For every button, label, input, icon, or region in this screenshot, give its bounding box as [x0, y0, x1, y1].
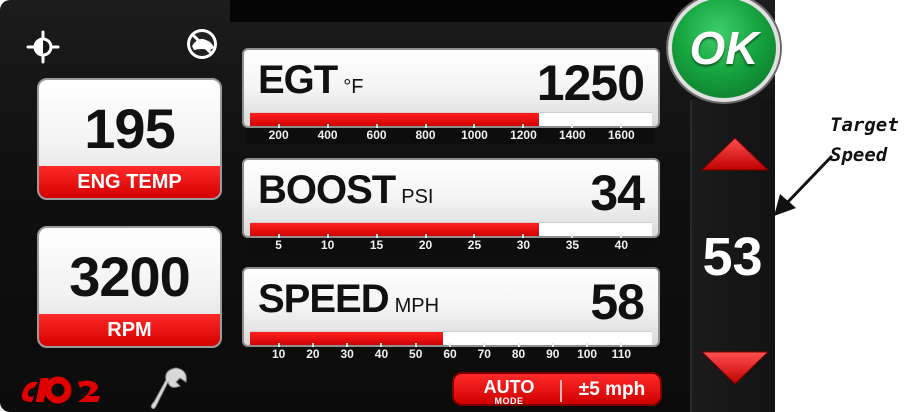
iq2-logo-icon	[18, 372, 128, 406]
boost-tick-label: 5	[275, 238, 282, 252]
speed-tick-label: 40	[374, 347, 389, 361]
speed-tick-label: 60	[443, 347, 457, 361]
boost-tick-label: 10	[320, 238, 335, 252]
egt-tick-label: 1200	[510, 128, 537, 142]
speed-tick-label: 90	[546, 347, 560, 361]
egt-tick-label: 400	[317, 128, 338, 142]
speed-up-button[interactable]	[700, 136, 770, 172]
boost-tick-label: 15	[369, 238, 384, 252]
egt-gauge-card: EGT °F 1250	[242, 48, 660, 128]
egt-tick-label: 1400	[559, 128, 586, 142]
speed-tick-label: 110	[611, 347, 632, 361]
boost-tick-label: 35	[565, 238, 580, 252]
target-speed-annotation: Target Speed	[830, 110, 920, 170]
target-speed-value: 53	[702, 227, 763, 287]
egt-tick-scale: 200 400 600 800 1000 1200 1400 1600	[246, 124, 654, 144]
speed-tick-scale: 10 20 30 40 50 60 70 80 90 100 110	[246, 343, 654, 363]
eng-temp-tile[interactable]: 195 ENG TEMP	[37, 78, 222, 200]
boost-value: 34	[590, 165, 645, 221]
triangle-up-icon	[700, 137, 770, 171]
egt-tick-label: 600	[366, 128, 387, 142]
boost-unit: PSI	[401, 186, 434, 208]
boost-bar-fill	[250, 223, 540, 236]
egt-gauge-name: EGT °F	[258, 58, 364, 102]
dash-screen: 195 ENG TEMP 3200 RPM EGT °F 1250 200 400 6…	[0, 0, 775, 412]
eng-temp-value: 195	[84, 97, 175, 160]
egt-gauge[interactable]: EGT °F 1250 200 400 600 800 1000 1200 1400 1600	[240, 48, 660, 146]
mode-divider	[560, 380, 562, 402]
speed-tick-label: 20	[306, 347, 320, 361]
mode-auto-label: AUTO	[483, 377, 535, 397]
rpm-tile[interactable]: 3200 RPM	[37, 226, 222, 348]
annotation-line-2: Speed	[830, 144, 888, 166]
top-bezel	[230, 0, 700, 22]
speed-unit: MPH	[394, 295, 440, 317]
egt-bar-track	[250, 112, 652, 126]
mode-tolerance-label: ±5 mph	[578, 379, 646, 400]
boost-bar-track	[250, 222, 652, 236]
rpm-value: 3200	[69, 245, 191, 308]
speed-tick-label: 50	[409, 347, 423, 361]
wrench-icon[interactable]	[150, 366, 190, 412]
mode-sublabel: MODE	[494, 396, 524, 406]
mode-selector[interactable]: AUTO MODE ±5 mph	[452, 372, 662, 406]
egt-tick-label: 800	[415, 128, 436, 142]
egt-unit: °F	[343, 76, 364, 98]
speed-value: 58	[590, 274, 645, 330]
boost-tick-label: 25	[467, 238, 482, 252]
speed-tick-label: 10	[271, 347, 286, 361]
speed-tick-label: 70	[477, 347, 491, 361]
speed-tick-label: 80	[511, 347, 526, 361]
speed-gauge[interactable]: SPEED MPH 58 10 20 30 40 50 60 70 80 90 100 110	[240, 267, 660, 365]
boost-gauge[interactable]: BOOST PSI 34 5 10 15 20 25 30 35 40	[240, 158, 660, 256]
egt-value: 1250	[536, 55, 645, 111]
speed-bar-track	[250, 331, 652, 345]
triangle-down-icon	[700, 351, 770, 385]
ok-label: OK	[689, 22, 759, 74]
egt-tick-label: 1600	[608, 128, 635, 142]
boost-gauge-name: BOOST PSI	[258, 168, 434, 212]
egt-tick-label: 200	[268, 128, 289, 142]
brightness-sun-icon[interactable]	[26, 30, 60, 64]
egt-tick-label: 1000	[461, 128, 488, 142]
boost-tick-label: 20	[418, 238, 433, 252]
eng-temp-label: ENG TEMP	[39, 166, 220, 198]
annotation-line-1: Target	[830, 114, 899, 136]
rpm-label: RPM	[39, 314, 220, 346]
boost-tick-scale: 5 10 15 20 25 30 35 40	[246, 234, 654, 254]
speed-tick-label: 30	[340, 347, 354, 361]
no-drive-shoe-icon[interactable]	[180, 26, 224, 62]
speed-gauge-name: SPEED MPH	[258, 277, 440, 321]
boost-gauge-card: BOOST PSI 34	[242, 158, 660, 238]
speed-tick-label: 100	[577, 347, 598, 361]
boost-tick-label: 40	[614, 238, 629, 252]
speed-down-button[interactable]	[700, 350, 770, 386]
speed-gauge-card: SPEED MPH 58	[242, 267, 660, 347]
egt-bar-fill	[250, 113, 540, 126]
boost-tick-label: 30	[516, 238, 531, 252]
